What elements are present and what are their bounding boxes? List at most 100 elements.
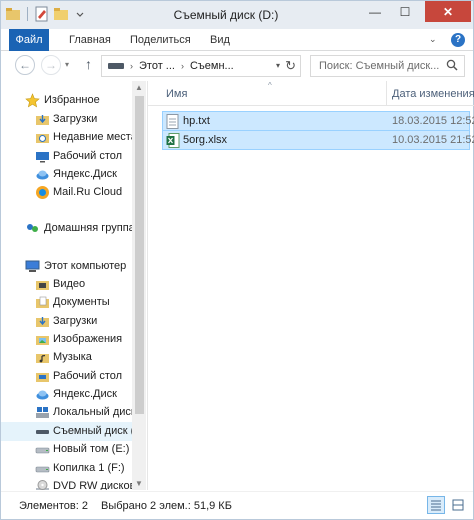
nav-item[interactable]: Съемный диск (	[1, 422, 133, 441]
nav-item-label: Недавние места	[53, 131, 133, 143]
expand-ribbon-icon[interactable]: ⌄	[429, 34, 437, 45]
breadcrumb-drive[interactable]: Съемн...	[190, 60, 234, 72]
navigation-pane: Избранное Загрузки Недавние места Рабочий с…	[1, 81, 146, 490]
nav-item-label: Mail.Ru Cloud	[53, 186, 123, 198]
nav-item-label: Музыка	[53, 351, 92, 363]
details-view-button[interactable]	[427, 496, 445, 514]
homegroup-icon	[25, 221, 40, 236]
quick-access-toolbar	[5, 6, 88, 22]
refresh-icon[interactable]: ↻	[285, 58, 296, 74]
downloads-folder-icon	[35, 112, 50, 127]
nav-item[interactable]: Локальный диск	[1, 403, 133, 422]
sort-up-icon: ^	[268, 81, 272, 90]
scroll-up-icon[interactable]: ▲	[135, 83, 143, 92]
address-bar[interactable]: › Этот ... › Съемн... ▾ ↻	[101, 55, 301, 77]
column-date[interactable]: Дата изменения	[392, 88, 474, 100]
nav-item[interactable]: Документы	[1, 293, 133, 312]
drive-icon	[108, 63, 124, 69]
new-folder-icon[interactable]	[53, 6, 69, 22]
pictures-folder-icon	[35, 332, 50, 347]
help-icon[interactable]: ?	[451, 33, 465, 47]
nav-item[interactable]: Недавние места	[1, 128, 133, 147]
address-dropdown-icon[interactable]: ▾	[276, 61, 280, 70]
nav-item[interactable]: Этот компьютер	[1, 257, 133, 276]
nav-item[interactable]: Домашняя группа	[1, 219, 133, 238]
nav-item-label: Копилка 1 (F:)	[53, 462, 125, 474]
forward-button[interactable]: →	[41, 55, 61, 75]
nav-item-label: Съемный диск (	[53, 425, 133, 437]
tab-file[interactable]: Файл	[9, 29, 49, 51]
toolbar-separator	[27, 7, 28, 21]
breadcrumb-computer[interactable]: Этот ...	[139, 60, 175, 72]
nav-item-label: Загрузки	[53, 113, 98, 125]
customize-qat-icon[interactable]	[72, 6, 88, 22]
column-name[interactable]: Имя	[166, 88, 187, 100]
nav-item-label: DVD RW дисково	[53, 480, 133, 490]
arrow-left-icon: ←	[19, 58, 31, 72]
nav-item-label: Избранное	[44, 94, 100, 106]
downloads-folder-icon	[35, 314, 50, 329]
nav-item-label: Изображения	[53, 333, 123, 345]
nav-item[interactable]: Рабочий стол	[1, 367, 133, 386]
yandex-disk-icon	[35, 387, 50, 402]
nav-item[interactable]: Музыка	[1, 348, 133, 367]
recent-locations-dropdown-icon[interactable]: ▾	[65, 60, 69, 69]
nav-item[interactable]: Изображения	[1, 330, 133, 349]
nav-item-label: Яндекс.Диск	[53, 388, 117, 400]
nav-item[interactable]: Mail.Ru Cloud	[1, 183, 133, 202]
tab-home[interactable]: Главная	[60, 29, 120, 51]
nav-item[interactable]: Избранное	[1, 91, 133, 110]
computer-icon	[25, 259, 40, 274]
properties-icon[interactable]	[34, 6, 50, 22]
file-date: 18.03.2015 12:52	[392, 115, 474, 127]
nav-item[interactable]: Видео	[1, 275, 133, 294]
nav-item[interactable]: Загрузки	[1, 110, 133, 129]
address-row: ← → ▾ ↑ › Этот ... › Съемн... ▾ ↻ Поиск:…	[1, 52, 473, 80]
nav-scrollbar[interactable]: ▲ ▼	[132, 81, 146, 490]
drive-icon	[35, 461, 50, 476]
nav-item[interactable]: Рабочий стол	[1, 147, 133, 166]
nav-item-label: Этот компьютер	[44, 260, 127, 272]
scroll-down-icon[interactable]: ▼	[135, 479, 143, 488]
star-icon	[25, 93, 40, 108]
dvd-drive-icon	[35, 479, 50, 490]
nav-item-label: Яндекс.Диск	[53, 168, 117, 180]
up-button[interactable]: ↑	[85, 56, 92, 72]
nav-item[interactable]: Яндекс.Диск	[1, 385, 133, 404]
column-divider[interactable]	[386, 81, 387, 106]
search-placeholder: Поиск: Съемный диск...	[319, 60, 440, 72]
desktop-folder-icon	[35, 369, 50, 384]
large-icons-view-icon	[452, 499, 464, 511]
file-row[interactable]: hp.txt 18.03.2015 12:52	[162, 111, 474, 131]
local-disk-icon	[35, 405, 50, 420]
search-input[interactable]: Поиск: Съемный диск...	[310, 55, 465, 77]
nav-item[interactable]: Загрузки	[1, 312, 133, 331]
back-button[interactable]: ←	[15, 55, 35, 75]
file-name: hp.txt	[183, 115, 210, 127]
video-folder-icon	[35, 277, 50, 292]
nav-item[interactable]: Новый том (E:)	[1, 440, 133, 459]
search-icon[interactable]	[446, 59, 458, 71]
scroll-thumb[interactable]	[135, 96, 144, 414]
file-list: Имя ^ Дата изменения hp.txt 18.03.2015 1…	[147, 81, 474, 490]
column-headers: Имя ^ Дата изменения	[148, 81, 474, 106]
minimize-button[interactable]: —	[361, 1, 389, 22]
drive-icon	[35, 442, 50, 457]
nav-item-label: Видео	[53, 278, 86, 290]
file-row[interactable]: 5org.xlsx 10.03.2015 21:52	[162, 130, 474, 150]
chevron-right-icon[interactable]: ›	[130, 61, 133, 71]
tab-share[interactable]: Поделиться	[121, 29, 200, 51]
tab-view[interactable]: Вид	[201, 29, 239, 51]
large-icons-view-button[interactable]	[449, 496, 467, 514]
title-bar: Съемный диск (D:) — ☐ ✕	[1, 1, 473, 29]
nav-item-label: Новый том (E:)	[53, 443, 130, 455]
chevron-right-icon[interactable]: ›	[181, 61, 184, 71]
nav-item[interactable]: Копилка 1 (F:)	[1, 459, 133, 478]
nav-item-label: Локальный диск	[53, 406, 133, 418]
nav-item[interactable]: Яндекс.Диск	[1, 165, 133, 184]
recent-places-icon	[35, 130, 50, 145]
item-count: Элементов: 2	[19, 500, 88, 512]
close-button[interactable]: ✕	[425, 1, 471, 22]
nav-item[interactable]: DVD RW дисково	[1, 477, 133, 490]
maximize-button[interactable]: ☐	[391, 1, 419, 22]
